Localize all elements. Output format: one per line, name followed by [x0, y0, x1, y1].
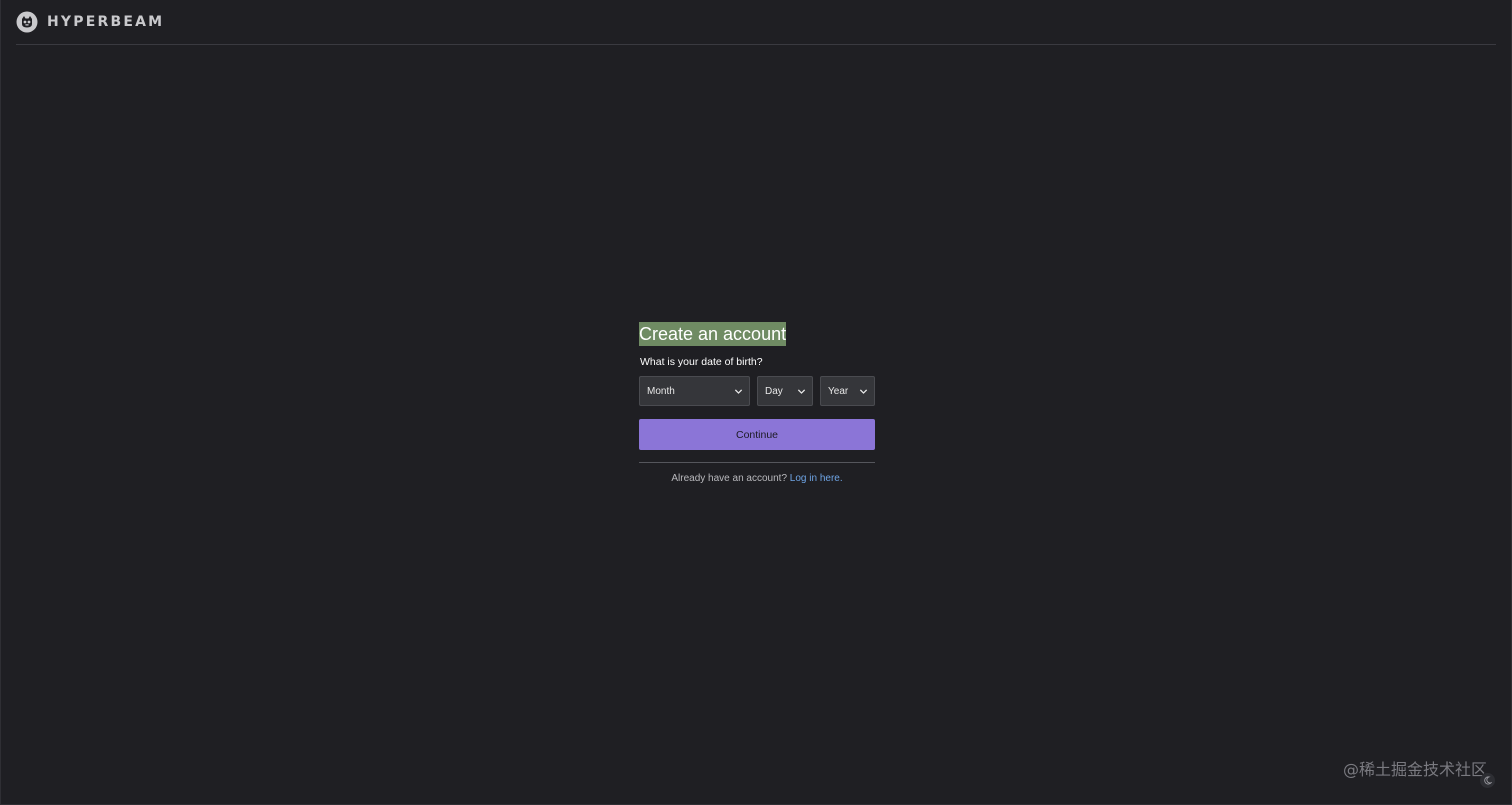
month-select-value: Month: [647, 385, 675, 397]
chevron-down-icon: [797, 388, 806, 394]
date-of-birth-selects: Month Day Year: [639, 376, 875, 406]
month-select[interactable]: Month: [639, 376, 750, 406]
login-link[interactable]: Log in here.: [790, 473, 843, 484]
hyperbeam-logo-icon: [16, 11, 38, 33]
date-of-birth-label: What is your date of birth?: [640, 356, 763, 368]
watermark: @稀土掘金技术社区: [1342, 760, 1487, 779]
year-select[interactable]: Year: [820, 376, 875, 406]
top-bar: HYPERBEAM: [16, 0, 1496, 45]
login-prompt-line: Already have an account? Log in here.: [639, 473, 875, 484]
day-select[interactable]: Day: [757, 376, 813, 406]
chevron-down-icon: [859, 388, 868, 394]
signup-form: Create an account What is your date of b…: [639, 322, 875, 484]
moon-icon: [1484, 776, 1492, 785]
page-title: Create an account: [639, 322, 787, 346]
page: HYPERBEAM Create an account What is your…: [0, 0, 1512, 805]
brand-name: HYPERBEAM: [47, 14, 165, 30]
chevron-down-icon: [734, 388, 743, 394]
year-select-value: Year: [828, 385, 849, 397]
day-select-value: Day: [765, 385, 783, 397]
theme-toggle-button[interactable]: [1480, 773, 1495, 788]
divider: [639, 462, 875, 463]
continue-button[interactable]: Continue: [639, 419, 875, 450]
login-prompt-text: Already have an account?: [671, 473, 788, 484]
brand-logo[interactable]: HYPERBEAM: [16, 11, 164, 33]
